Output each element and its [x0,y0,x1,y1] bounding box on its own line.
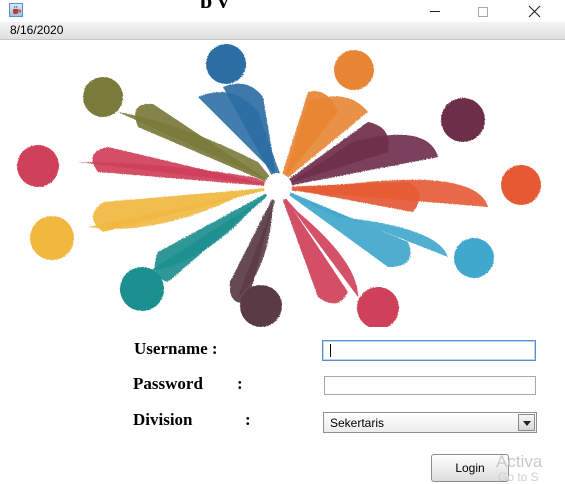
text-caret [330,344,331,357]
close-icon [528,5,541,18]
close-button[interactable] [514,0,554,22]
division-select[interactable]: Sekertaris [323,412,537,433]
minimize-button[interactable] [415,0,455,22]
division-colon: : [245,410,251,429]
date-label: 8/16/2020 [10,23,64,37]
maximize-button[interactable] [462,0,502,22]
activation-watermark: Activa [496,452,543,471]
activation-watermark-sub: Go to S [498,470,539,484]
password-colon: : [237,374,243,393]
java-coffee-icon[interactable] [9,3,23,17]
username-label: Username : [134,339,218,358]
people-circle-logo [17,44,541,327]
password-input[interactable] [324,376,536,395]
division-label: Division [133,410,193,429]
minimize-icon [430,11,440,12]
date-bar: 8/16/2020 [0,22,565,40]
username-input[interactable] [322,340,536,361]
chevron-down-icon[interactable] [518,414,535,431]
division-selected-value: Sekertaris [330,416,385,430]
password-label: Password [133,374,203,393]
maximize-icon [478,7,488,17]
title-bar [0,0,565,23]
